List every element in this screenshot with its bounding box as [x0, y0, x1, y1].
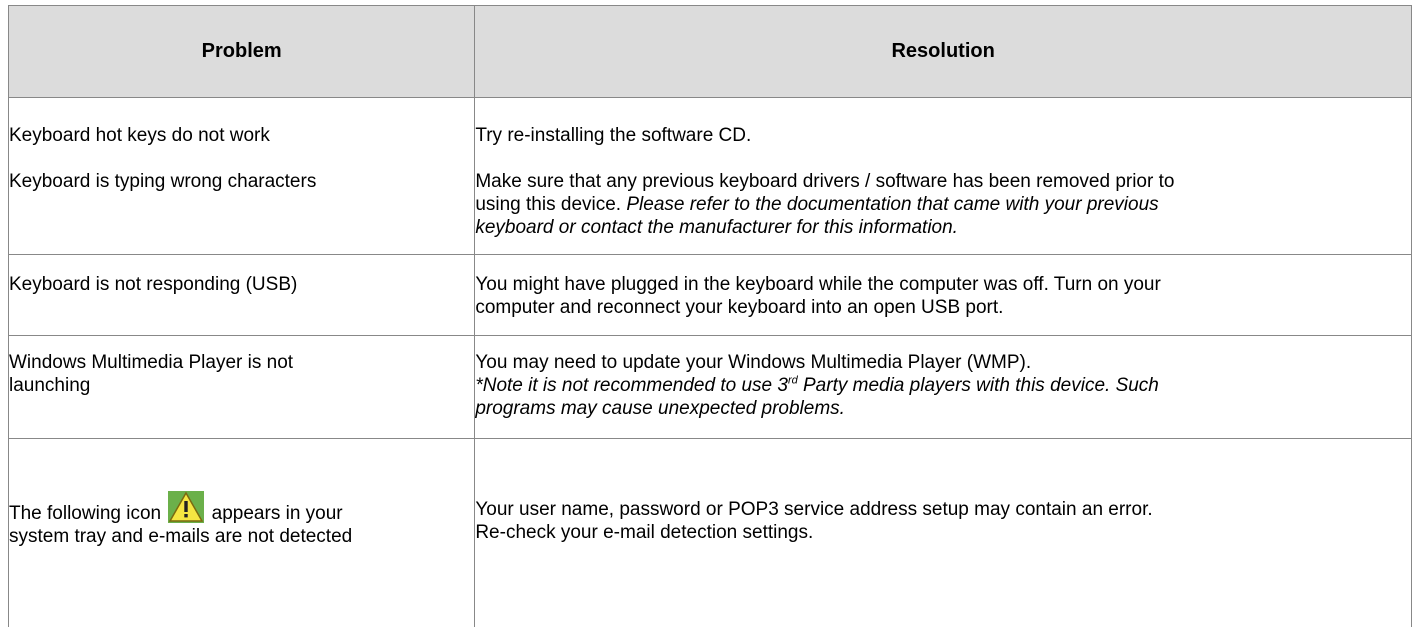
problem-cell: Keyboard is not responding (USB) — [7, 254, 476, 336]
resolution-text: using this device. Please refer to the d… — [475, 193, 1411, 216]
problem-text: The following icon appears in your — [9, 491, 474, 525]
problem-text: Keyboard hot keys do not work — [9, 125, 270, 146]
resolution-cell: You might have plugged in the keyboard w… — [474, 254, 1412, 336]
table-row: The following icon appears in your syste… — [7, 438, 1412, 627]
resolution-note: Please refer to the documentation that c… — [621, 194, 1159, 215]
problem-text-part: The following icon — [9, 503, 162, 524]
problem-text: system tray and e-mails are not detected — [9, 526, 353, 547]
problem-cell: The following icon appears in your syste… — [7, 438, 476, 627]
problem-cell: Keyboard hot keys do not work Keyboard i… — [7, 97, 476, 255]
table-row: Windows Multimedia Player is not launchi… — [7, 335, 1412, 439]
resolution-text-plain: using this device. — [475, 194, 622, 215]
resolution-header: Resolution — [474, 5, 1412, 98]
problem-text: Windows Multimedia Player is not — [9, 352, 294, 373]
resolution-cell: Your user name, password or POP3 service… — [474, 438, 1412, 627]
resolution-text: Your user name, password or POP3 service… — [475, 499, 1153, 520]
note-text: Party media players with this device. Su… — [797, 375, 1159, 396]
note-text: *Note it is not recommended to use 3 — [475, 375, 788, 396]
problem-text: Keyboard is typing wrong characters — [9, 171, 317, 192]
note-superscript: rd — [787, 374, 798, 387]
header-row: Problem Resolution — [7, 5, 1412, 98]
resolution-text: You might have plugged in the keyboard w… — [475, 274, 1161, 295]
problem-header: Problem — [7, 5, 476, 98]
warning-icon — [168, 491, 205, 523]
resolution-cell: You may need to update your Windows Mult… — [474, 335, 1412, 439]
problem-text: launching — [9, 375, 91, 396]
resolution-text: Make sure that any previous keyboard dri… — [475, 171, 1175, 192]
resolution-note: *Note it is not recommended to use 3rd P… — [475, 374, 1411, 397]
resolution-note: keyboard or contact the manufacturer for… — [475, 217, 958, 238]
troubleshooting-table: Problem Resolution Keyboard hot keys do … — [7, 5, 1412, 627]
resolution-text: Try re-installing the software CD. — [475, 125, 752, 146]
resolution-text: Re-check your e-mail detection settings. — [475, 522, 814, 543]
problem-cell: Windows Multimedia Player is not launchi… — [7, 335, 476, 439]
resolution-text: You may need to update your Windows Mult… — [475, 352, 1032, 373]
table-row: Keyboard hot keys do not work Keyboard i… — [7, 97, 1412, 255]
resolution-note: programs may cause unexpected problems. — [475, 398, 845, 419]
resolution-text: computer and reconnect your keyboard int… — [475, 297, 1004, 318]
resolution-cell: Try re-installing the software CD. Make … — [474, 97, 1412, 255]
problem-text: Keyboard is not responding (USB) — [9, 274, 298, 295]
table-row: Keyboard is not responding (USB) You mig… — [7, 254, 1412, 336]
problem-text-part: appears in your — [211, 503, 343, 524]
